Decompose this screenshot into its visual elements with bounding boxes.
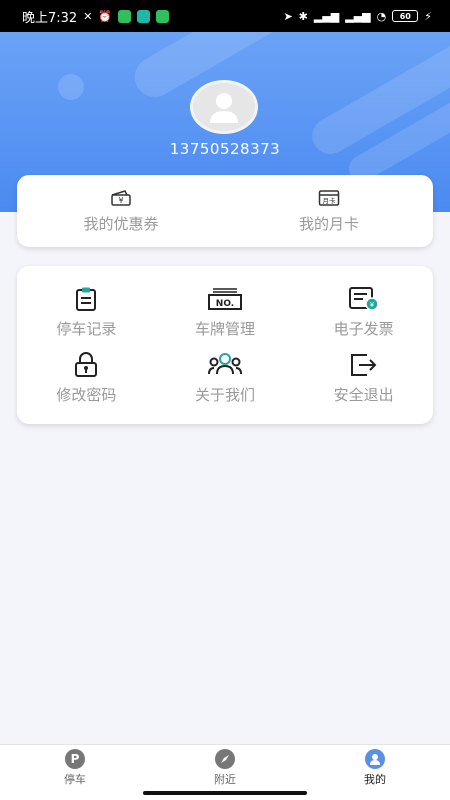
mute-icon: ✕ (83, 9, 93, 23)
coupon-icon: ¥ (110, 189, 132, 207)
about-us-button[interactable]: 关于我们 (156, 352, 295, 418)
monthly-card-label: 我的月卡 (298, 214, 359, 233)
wifi-icon: ◔ (376, 9, 387, 23)
logout-icon (349, 352, 379, 378)
user-avatar-icon (210, 93, 238, 123)
tab-mine[interactable]: 我的 (300, 745, 450, 800)
svg-text:月卡: 月卡 (323, 196, 337, 205)
change-password-button[interactable]: 修改密码 (17, 352, 156, 418)
svg-text:¥: ¥ (118, 196, 123, 205)
battery-icon: 60 (392, 10, 419, 22)
function-menu: 停车记录 NO. 车牌管理 ¥ 电子发票 修改密码 关于我们 安全退出 (17, 266, 433, 424)
invoice-button[interactable]: ¥ 电子发票 (294, 286, 433, 352)
coupon-label: 我的优惠券 (83, 214, 159, 233)
signal-icon: ▂▄▆ (345, 9, 371, 23)
parking-record-label: 停车记录 (56, 320, 117, 338)
license-plate-label: 车牌管理 (194, 320, 255, 338)
phone-number: 13750528373 (169, 140, 281, 158)
coupon-button[interactable]: ¥ 我的优惠券 (17, 175, 225, 247)
app-notification-icon (118, 9, 132, 23)
tab-parking[interactable]: P 停车 (0, 745, 150, 800)
parking-icon: P (65, 748, 85, 769)
svg-text:¥: ¥ (369, 301, 374, 309)
tab-parking-label: 停车 (64, 772, 86, 786)
status-time: 晚上7:32 (22, 10, 78, 26)
header-decoration (58, 74, 84, 100)
license-plate-button[interactable]: NO. 车牌管理 (156, 286, 295, 352)
invoice-label: 电子发票 (333, 320, 394, 338)
svg-text:NO.: NO. (216, 299, 234, 309)
wallet-card: ¥ 我的优惠券 月卡 我的月卡 (17, 175, 433, 247)
profile-icon (365, 748, 385, 769)
change-password-label: 修改密码 (56, 386, 117, 404)
monthly-card-icon: 月卡 (318, 189, 340, 207)
signal-icon: ▂▄▆ (313, 9, 340, 23)
app-notification-icon (156, 9, 170, 23)
status-bar: 晚上7:32 ✕ ⏰ ➤ ✱ ▂▄▆ ▂▄▆ ◔ 60 ⚡ (0, 0, 450, 32)
bluetooth-icon: ✱ (298, 9, 308, 23)
avatar[interactable] (190, 80, 258, 134)
monthly-card-button[interactable]: 月卡 我的月卡 (225, 175, 433, 247)
location-icon: ➤ (283, 9, 293, 23)
tab-mine-label: 我的 (364, 772, 386, 786)
logout-button[interactable]: 安全退出 (294, 352, 433, 418)
tab-nearby-label: 附近 (214, 772, 236, 786)
app-notification-icon (137, 9, 151, 23)
license-plate-icon: NO. (207, 286, 243, 312)
alarm-icon: ⏰ (98, 9, 113, 23)
parking-record-button[interactable]: 停车记录 (17, 286, 156, 352)
about-us-label: 关于我们 (194, 386, 255, 404)
charging-icon: ⚡ (424, 9, 432, 23)
parking-record-icon (73, 286, 99, 312)
invoice-icon: ¥ (348, 286, 380, 312)
about-us-icon (207, 352, 243, 378)
home-indicator[interactable] (143, 791, 307, 795)
lock-icon (73, 352, 99, 378)
logout-label: 安全退出 (333, 386, 394, 404)
compass-icon (215, 748, 235, 769)
